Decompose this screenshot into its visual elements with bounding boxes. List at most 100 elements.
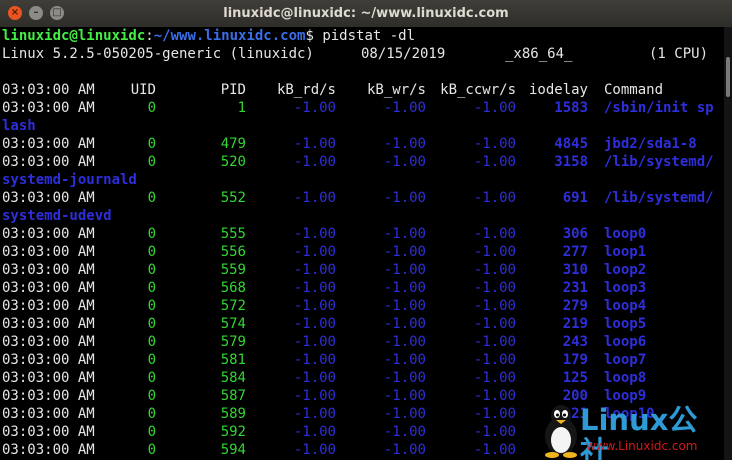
- cell-time: 03:03:00 AM: [2, 298, 95, 314]
- watermark: Linux公社 www.Linuxidc.com: [540, 402, 716, 460]
- cell-uid: 0: [147, 190, 156, 206]
- cell-wr: -1.00: [383, 280, 426, 296]
- prompt-sep: :: [145, 28, 154, 44]
- prompt-user-host: linuxidc@linuxidc: [2, 28, 146, 44]
- sysinfo-line: Linux 5.2.5-050205-generic (linuxidc) 08…: [2, 45, 722, 63]
- cell-time: 03:03:00 AM: [2, 190, 95, 206]
- cell-time: 03:03:00 AM: [2, 100, 95, 116]
- cell-rd: -1.00: [293, 244, 336, 260]
- header-pid: PID: [220, 82, 246, 98]
- cell-wr: -1.00: [383, 226, 426, 242]
- cell-wr: -1.00: [383, 352, 426, 368]
- cell-pid: 555: [220, 226, 246, 242]
- cell-time: 03:03:00 AM: [2, 388, 95, 404]
- header-iodelay: iodelay: [528, 82, 588, 98]
- cell-uid: 0: [147, 100, 156, 116]
- header-uid: UID: [130, 82, 156, 98]
- cell-ccwr: -1.00: [473, 406, 516, 422]
- cell-cmd: loop7: [604, 352, 647, 368]
- cell-iodelay: 310: [562, 262, 588, 278]
- cell-iodelay: 231: [562, 280, 588, 296]
- cell-pid: 552: [220, 190, 246, 206]
- cell-pid: 479: [220, 136, 246, 152]
- header-ccwr: kB_ccwr/s: [440, 82, 516, 98]
- cell-wr: -1.00: [383, 406, 426, 422]
- cell-time: 03:03:00 AM: [2, 352, 95, 368]
- cell-ccwr: -1.00: [473, 244, 516, 260]
- cell-wr: -1.00: [383, 388, 426, 404]
- table-row: 03:03:00 AM 0 584 -1.00 -1.00 -1.00 125 loop8: [2, 369, 722, 387]
- table-row: 03:03:00 AM 0 579 -1.00 -1.00 -1.00 243 loop6: [2, 333, 722, 351]
- cell-rd: -1.00: [293, 388, 336, 404]
- cell-ccwr: -1.00: [473, 316, 516, 332]
- cell-rd: -1.00: [293, 442, 336, 458]
- cell-uid: 0: [147, 280, 156, 296]
- cell-wr: -1.00: [383, 424, 426, 440]
- cell-rd: -1.00: [293, 316, 336, 332]
- cell-ccwr: -1.00: [473, 298, 516, 314]
- table-row: 03:03:00 AM 0 574 -1.00 -1.00 -1.00 219 loop5: [2, 315, 722, 333]
- cell-uid: 0: [147, 352, 156, 368]
- sysinfo-kernel: Linux 5.2.5-050205-generic (linuxidc): [2, 46, 314, 62]
- watermark-url: www.Linuxidc.com: [586, 439, 698, 453]
- cell-wr: -1.00: [383, 334, 426, 350]
- cell-cmd: loop3: [604, 280, 647, 296]
- table-row: 03:03:00 AM 0 479 -1.00 -1.00 -1.00 4845 jbd2/s…: [2, 135, 722, 153]
- cell-rd: -1.00: [293, 370, 336, 386]
- table-row: 03:03:00 AM 0 581 -1.00 -1.00 -1.00 179 loop7: [2, 351, 722, 369]
- cell-pid: 574: [220, 316, 246, 332]
- cell-cmd: loop0: [604, 226, 647, 242]
- cell-rd: -1.00: [293, 406, 336, 422]
- cell-ccwr: -1.00: [473, 370, 516, 386]
- cell-time: 03:03:00 AM: [2, 370, 95, 386]
- cell-uid: 0: [147, 136, 156, 152]
- cell-pid: 589: [220, 406, 246, 422]
- cell-iodelay: 1583: [554, 100, 588, 116]
- command-continuation: lash: [2, 118, 36, 134]
- cell-ccwr: -1.00: [473, 262, 516, 278]
- scrollbar-thumb[interactable]: [726, 57, 730, 97]
- cell-time: 03:03:00 AM: [2, 154, 95, 170]
- cell-wr: -1.00: [383, 262, 426, 278]
- terminal-area[interactable]: linuxidc@linuxidc:~/www.linuxidc.com$ pi…: [0, 27, 724, 460]
- cell-cmd: /sbin/init sp: [604, 100, 714, 116]
- cell-pid: 572: [220, 298, 246, 314]
- cell-time: 03:03:00 AM: [2, 136, 95, 152]
- table-header: 03:03:00 AM UID PID kB_rd/s kB_wr/s kB_c…: [2, 81, 722, 99]
- cell-rd: -1.00: [293, 334, 336, 350]
- table-row: 03:03:00 AM 0 520 -1.00 -1.00 -1.00 3158/lib/s…: [2, 153, 722, 171]
- cell-time: 03:03:00 AM: [2, 244, 95, 260]
- cell-uid: 0: [147, 262, 156, 278]
- cell-iodelay: 243: [562, 334, 588, 350]
- sysinfo-arch: _x86_64_: [505, 46, 573, 62]
- cell-cmd: jbd2/sda1-8: [604, 136, 697, 152]
- cell-ccwr: -1.00: [473, 388, 516, 404]
- cell-rd: -1.00: [293, 100, 336, 116]
- terminal-scrollbar[interactable]: [724, 27, 732, 460]
- cell-rd: -1.00: [293, 262, 336, 278]
- cell-cmd: loop6: [604, 334, 647, 350]
- cell-cmd: loop5: [604, 316, 647, 332]
- cell-cmd: loop2: [604, 262, 647, 278]
- prompt-line: linuxidc@linuxidc:~/www.linuxidc.com$ pi…: [2, 27, 415, 45]
- cell-iodelay: 125: [562, 370, 588, 386]
- cell-cmd: loop4: [604, 298, 647, 314]
- cell-wr: -1.00: [383, 244, 426, 260]
- cell-iodelay: 219: [562, 316, 588, 332]
- cell-cmd: loop8: [604, 370, 647, 386]
- cell-ccwr: -1.00: [473, 334, 516, 350]
- cell-ccwr: -1.00: [473, 190, 516, 206]
- cell-ccwr: -1.00: [473, 280, 516, 296]
- cell-cmd: loop1: [604, 244, 647, 260]
- cell-uid: 0: [147, 154, 156, 170]
- cell-wr: -1.00: [383, 298, 426, 314]
- window-titlebar[interactable]: × – □ linuxidc@linuxidc: ~/www.linuxidc.…: [0, 0, 732, 28]
- command-continuation: systemd-udevd: [2, 208, 112, 224]
- cell-uid: 0: [147, 370, 156, 386]
- cell-ccwr: -1.00: [473, 352, 516, 368]
- cell-uid: 0: [147, 406, 156, 422]
- cell-wr: -1.00: [383, 370, 426, 386]
- cell-rd: -1.00: [293, 190, 336, 206]
- cell-uid: 0: [147, 298, 156, 314]
- cell-pid: 584: [220, 370, 246, 386]
